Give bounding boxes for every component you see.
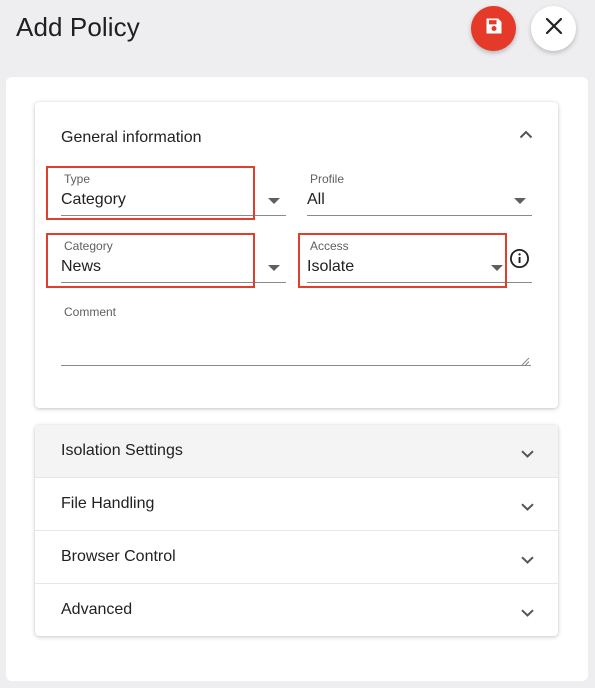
chevron-up-icon[interactable] (516, 124, 536, 144)
comment-label: Comment (64, 305, 117, 319)
header-bar: Add Policy (0, 0, 595, 62)
comment-textarea[interactable] (61, 322, 531, 366)
access-value: Isolate (307, 258, 355, 275)
profile-select[interactable]: Profile All (307, 172, 532, 216)
chevron-down-icon (519, 446, 535, 462)
section-advanced[interactable]: Advanced (35, 584, 558, 636)
close-button[interactable] (531, 6, 576, 51)
access-underline (307, 282, 532, 283)
floppy-disk-icon (484, 16, 504, 41)
type-label: Type (64, 172, 91, 186)
general-information-title: General information (61, 129, 202, 146)
chevron-down-icon (519, 552, 535, 568)
section-label: Advanced (61, 601, 133, 618)
category-select[interactable]: Category News (61, 239, 286, 283)
save-button[interactable] (471, 6, 516, 51)
access-select[interactable]: Access Isolate (307, 239, 532, 283)
section-file-handling[interactable]: File Handling (35, 478, 558, 531)
type-underline (61, 215, 286, 216)
resize-grip-icon[interactable] (521, 353, 530, 366)
settings-accordion: Isolation Settings File Handling Browser… (35, 425, 558, 636)
section-isolation-settings[interactable]: Isolation Settings (35, 425, 558, 478)
chevron-down-icon (519, 499, 535, 515)
info-icon[interactable] (509, 248, 530, 269)
dropdown-arrow-icon (268, 265, 280, 271)
type-select[interactable]: Type Category (61, 172, 286, 216)
dropdown-arrow-icon (268, 198, 280, 204)
profile-label: Profile (310, 172, 345, 186)
section-browser-control[interactable]: Browser Control (35, 531, 558, 584)
type-value: Category (61, 191, 126, 208)
section-label: File Handling (61, 495, 155, 512)
section-label: Isolation Settings (61, 442, 183, 459)
access-label: Access (310, 239, 349, 253)
chevron-down-icon (519, 605, 535, 621)
section-label: Browser Control (61, 548, 176, 565)
category-value: News (61, 258, 102, 275)
profile-value: All (307, 191, 325, 208)
dropdown-arrow-icon (491, 265, 503, 271)
category-label: Category (64, 239, 113, 253)
category-underline (61, 282, 286, 283)
close-icon (545, 17, 563, 40)
page-title: Add Policy (16, 12, 140, 42)
dropdown-arrow-icon (514, 198, 526, 204)
profile-underline (307, 215, 532, 216)
